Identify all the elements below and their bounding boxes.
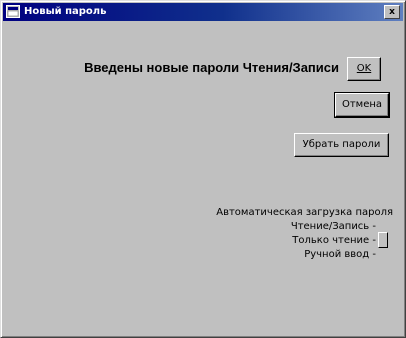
close-button[interactable]: x: [384, 5, 400, 19]
status-message: Введены новые пароли Чтения/Записи: [84, 60, 339, 75]
option-read-write[interactable]: Чтение/Запись -: [231, 220, 376, 234]
dialog-window: Новый пароль x Введены новые пароли Чтен…: [0, 0, 406, 338]
option-slider-thumb[interactable]: [378, 232, 388, 248]
title-bar[interactable]: Новый пароль x: [3, 3, 403, 21]
autoload-label: Автоматическая загрузка пароля: [216, 207, 393, 218]
window-title: Новый пароль: [24, 6, 107, 17]
cancel-button[interactable]: Отмена: [334, 92, 390, 118]
option-read-only[interactable]: Только чтение -: [231, 234, 376, 248]
window-icon: [6, 5, 20, 18]
ok-button[interactable]: OK: [347, 57, 381, 81]
autoload-option-list: Чтение/Запись - Только чтение - Ручной в…: [231, 220, 376, 262]
remove-passwords-button[interactable]: Убрать пароли: [294, 133, 389, 157]
option-manual-entry[interactable]: Ручной ввод -: [231, 248, 376, 262]
